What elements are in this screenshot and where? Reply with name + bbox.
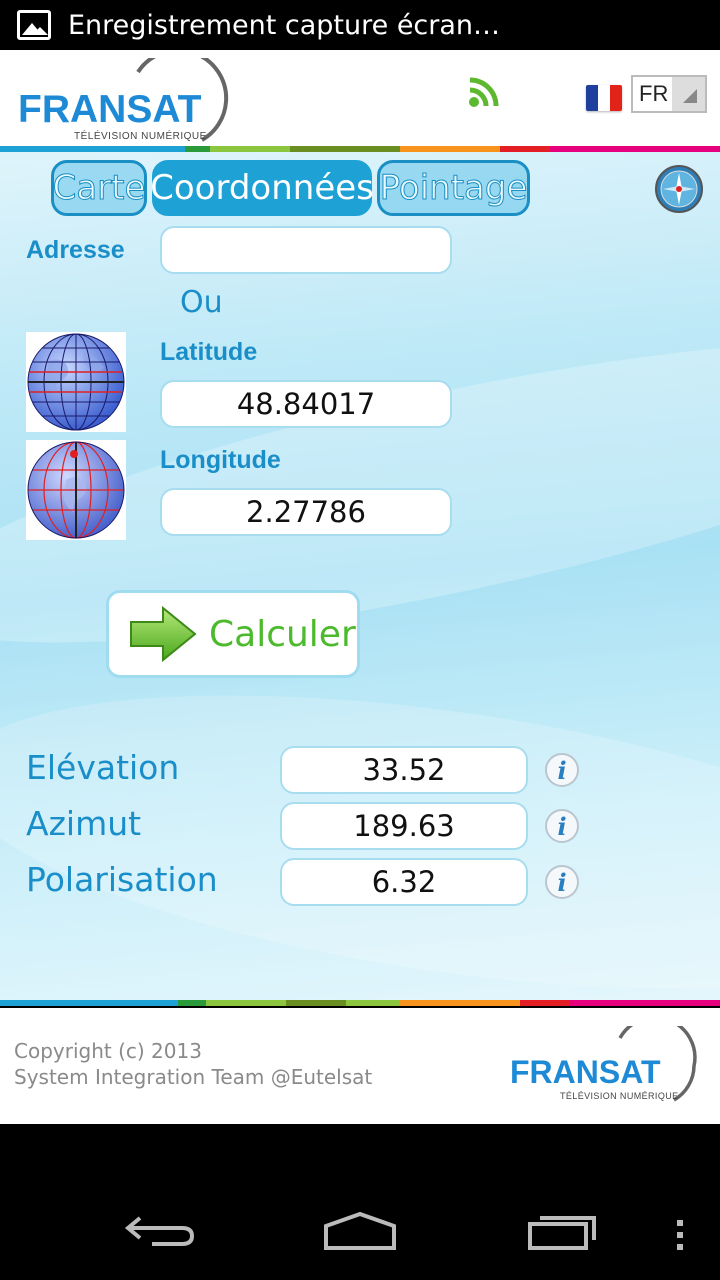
longitude-label: Longitude bbox=[160, 446, 281, 474]
main-panel: Carte Coordonnées Pointage Adresse Ou La… bbox=[0, 152, 720, 1000]
footer-color-stripe bbox=[0, 1000, 720, 1006]
address-input[interactable] bbox=[160, 226, 452, 274]
menu-overflow-icon[interactable] bbox=[674, 1218, 686, 1252]
notification-text: Enregistrement capture écran… bbox=[68, 9, 501, 41]
azimuth-value: 189.63 bbox=[280, 802, 528, 850]
tab-pointage[interactable]: Pointage bbox=[377, 160, 530, 216]
compass-icon[interactable] bbox=[654, 164, 704, 214]
language-value: FR bbox=[639, 81, 669, 106]
language-select[interactable]: FR bbox=[631, 75, 707, 113]
system-nav-bar bbox=[0, 1124, 720, 1280]
status-bar: Enregistrement capture écran… bbox=[0, 0, 720, 50]
copyright-line: System Integration Team @Eutelsat bbox=[14, 1065, 373, 1089]
info-icon[interactable]: i bbox=[544, 752, 580, 788]
app-footer: Copyright (c) 2013 System Integration Te… bbox=[0, 1008, 720, 1124]
address-label: Adresse bbox=[26, 236, 125, 264]
azimuth-label: Azimut bbox=[26, 804, 142, 843]
home-icon[interactable] bbox=[322, 1210, 398, 1252]
fransat-logo: FRANSAT TÉLÉVISION NUMÉRIQUE bbox=[18, 58, 233, 148]
calculate-label: Calculer bbox=[209, 613, 356, 655]
longitude-globe-icon bbox=[26, 440, 126, 540]
logo-subtitle: TÉLÉVISION NUMÉRIQUE bbox=[74, 131, 207, 142]
france-flag-icon bbox=[586, 85, 622, 111]
picture-icon bbox=[17, 10, 51, 40]
copyright-text: Copyright (c) 2013 System Integration Te… bbox=[14, 1038, 372, 1090]
tab-carte[interactable]: Carte bbox=[51, 160, 147, 216]
latitude-globe-icon bbox=[26, 332, 126, 432]
fransat-footer-logo: FRANSAT TÉLÉVISION NUMÉRIQUE bbox=[510, 1026, 700, 1106]
longitude-input[interactable]: 2.27786 bbox=[160, 488, 452, 536]
app-header: FRANSAT TÉLÉVISION NUMÉRIQUE FR bbox=[0, 50, 720, 146]
elevation-value: 33.52 bbox=[280, 746, 528, 794]
or-label: Ou bbox=[180, 285, 223, 320]
elevation-label: Elévation bbox=[26, 748, 180, 787]
latitude-input[interactable]: 48.84017 bbox=[160, 380, 452, 428]
footer-logo-text: FRANSAT bbox=[510, 1054, 661, 1090]
copyright-line: Copyright (c) 2013 bbox=[14, 1039, 202, 1063]
logo-text: FRANSAT bbox=[18, 88, 202, 131]
dropdown-arrow-icon bbox=[672, 77, 705, 111]
recent-apps-icon[interactable] bbox=[526, 1210, 598, 1250]
calculate-button[interactable]: Calculer bbox=[106, 590, 360, 678]
svg-text:i: i bbox=[557, 756, 566, 785]
info-icon[interactable]: i bbox=[544, 808, 580, 844]
footer-logo-subtitle: TÉLÉVISION NUMÉRIQUE bbox=[560, 1091, 679, 1101]
latitude-label: Latitude bbox=[160, 338, 258, 366]
polarisation-label: Polarisation bbox=[26, 860, 218, 899]
polarisation-value: 6.32 bbox=[280, 858, 528, 906]
arrow-right-icon bbox=[130, 606, 197, 662]
tab-coordonnees[interactable]: Coordonnées bbox=[150, 160, 374, 216]
svg-text:i: i bbox=[557, 868, 566, 897]
info-icon[interactable]: i bbox=[544, 864, 580, 900]
svg-text:i: i bbox=[557, 812, 566, 841]
rss-icon[interactable] bbox=[466, 76, 500, 110]
back-icon[interactable] bbox=[124, 1210, 196, 1250]
